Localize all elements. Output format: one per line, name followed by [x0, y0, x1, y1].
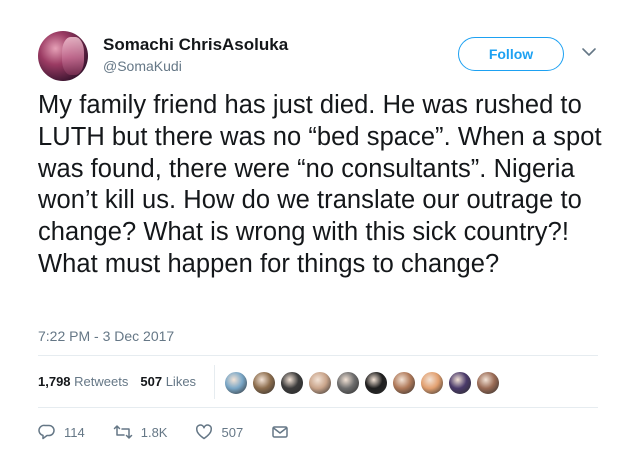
liker-avatar[interactable] — [336, 371, 360, 395]
reply-button[interactable]: 114 — [38, 423, 85, 441]
retweets-count: 1,798 — [38, 374, 71, 389]
divider — [38, 407, 598, 408]
chevron-down-icon[interactable] — [580, 45, 598, 59]
like-count: 507 — [221, 424, 244, 440]
retweet-button[interactable]: 1.8K — [113, 423, 168, 441]
likes-count: 507 — [140, 374, 163, 389]
retweets-label: Retweets — [74, 374, 129, 389]
follow-button[interactable]: Follow — [458, 37, 564, 71]
liker-avatar[interactable] — [224, 371, 248, 395]
tweet-card: Somachi ChrisAsoluka @SomaKudi Follow My… — [0, 0, 630, 467]
tweet-timestamp[interactable]: 7:22 PM - 3 Dec 2017 — [38, 328, 174, 344]
retweets-stat[interactable]: 1,798 Retweets — [38, 374, 128, 389]
retweet-count: 1.8K — [140, 424, 168, 440]
liker-avatar[interactable] — [420, 371, 444, 395]
divider — [214, 365, 215, 399]
liker-avatar[interactable] — [448, 371, 472, 395]
likes-label: Likes — [165, 374, 197, 389]
liker-avatar[interactable] — [252, 371, 276, 395]
heart-icon — [196, 424, 213, 440]
likes-stat[interactable]: 507 Likes — [140, 374, 196, 389]
liker-avatar[interactable] — [308, 371, 332, 395]
direct-message-button[interactable] — [271, 423, 289, 441]
author-avatar[interactable] — [38, 31, 88, 81]
liker-avatar[interactable] — [476, 371, 500, 395]
retweet-icon — [113, 425, 132, 439]
tweet-text: My family friend has just died. He was r… — [38, 91, 602, 278]
liker-avatars — [224, 371, 504, 395]
liker-avatar[interactable] — [280, 371, 304, 395]
liker-avatar[interactable] — [392, 371, 416, 395]
reply-count: 114 — [64, 424, 85, 440]
author-handle[interactable]: @SomaKudi — [103, 58, 182, 74]
action-bar: 114 1.8K 507 — [38, 423, 317, 441]
liker-avatar[interactable] — [364, 371, 388, 395]
engagement-stats: 1,798 Retweets 507 Likes — [38, 374, 196, 389]
like-button[interactable]: 507 — [195, 423, 243, 441]
envelope-icon — [272, 426, 288, 438]
author-display-name[interactable]: Somachi ChrisAsoluka — [103, 35, 288, 55]
reply-icon — [38, 424, 55, 440]
divider — [38, 355, 598, 356]
